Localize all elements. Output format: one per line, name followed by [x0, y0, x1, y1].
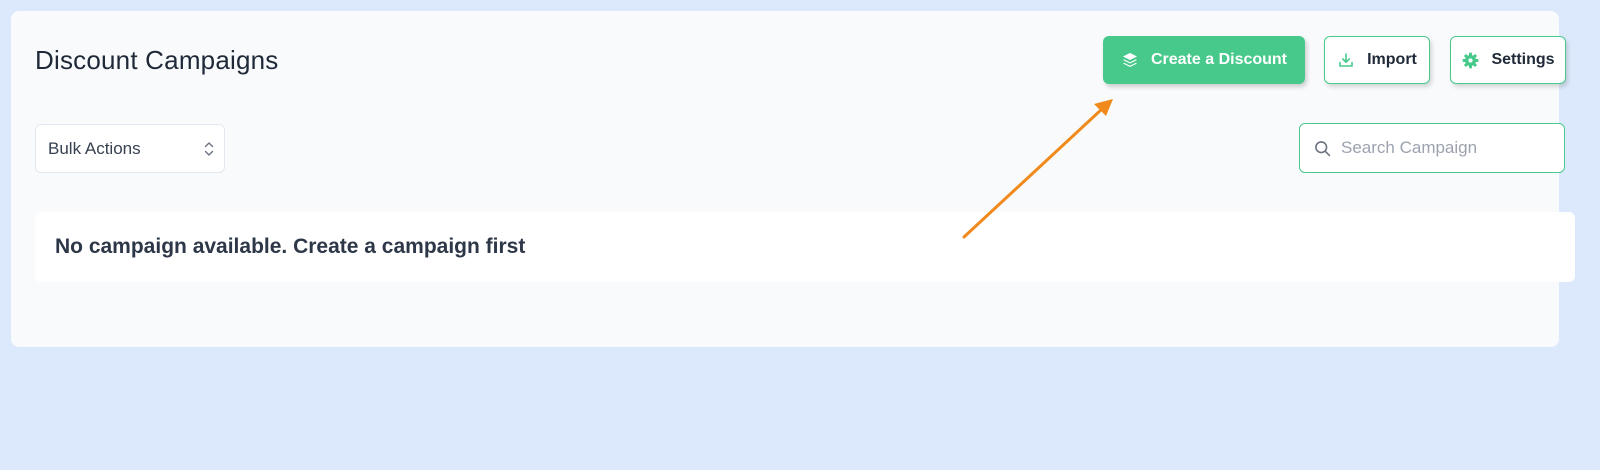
empty-state: No campaign available. Create a campaign… [35, 212, 1575, 282]
create-discount-label: Create a Discount [1150, 51, 1288, 68]
page-title: Discount Campaigns [35, 45, 279, 75]
bulk-actions-label: Bulk Actions [48, 138, 141, 158]
layers-icon [1121, 51, 1139, 69]
gear-icon [1461, 51, 1479, 69]
import-button[interactable]: Import [1324, 36, 1430, 84]
settings-label: Settings [1491, 51, 1555, 68]
search-icon [1314, 140, 1331, 157]
search-campaign-input[interactable] [1339, 137, 1553, 159]
settings-button[interactable]: Settings [1450, 36, 1566, 84]
chevron-up-down-icon [203, 140, 215, 158]
create-discount-button[interactable]: Create a Discount [1103, 36, 1305, 84]
download-icon [1337, 51, 1355, 69]
main-panel: Discount Campaigns Create a Discount Imp… [11, 11, 1575, 347]
empty-state-message: No campaign available. Create a campaign… [55, 235, 526, 258]
search-campaign-field[interactable] [1299, 123, 1565, 173]
import-label: Import [1367, 51, 1417, 68]
bulk-actions-select[interactable]: Bulk Actions [35, 124, 225, 173]
